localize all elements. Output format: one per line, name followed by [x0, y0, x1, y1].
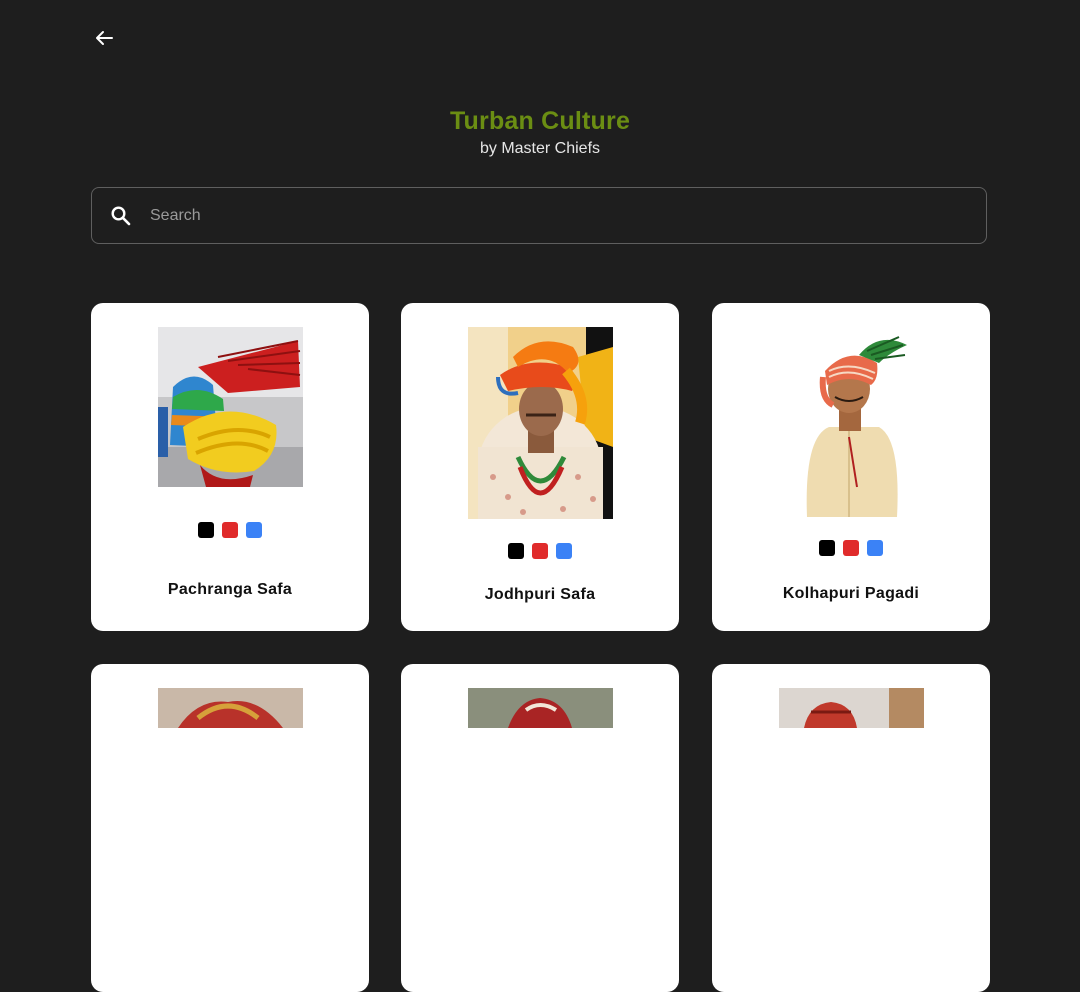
- product-image: [468, 327, 613, 519]
- color-swatches: [401, 543, 679, 559]
- swatch-red[interactable]: [843, 540, 859, 556]
- swatch-red[interactable]: [222, 522, 238, 538]
- swatch-black[interactable]: [508, 543, 524, 559]
- color-swatches: [91, 522, 369, 538]
- back-button[interactable]: [92, 26, 116, 50]
- page-title: Turban Culture: [449, 107, 631, 135]
- product-image: [158, 327, 303, 487]
- swatch-red[interactable]: [532, 543, 548, 559]
- product-image: [779, 688, 924, 728]
- product-image: [468, 688, 613, 728]
- search-bar[interactable]: [91, 187, 987, 244]
- search-icon: [110, 205, 132, 227]
- product-image: [779, 327, 924, 517]
- product-card[interactable]: [401, 664, 679, 992]
- product-card[interactable]: [91, 664, 369, 992]
- arrow-left-icon: [96, 31, 113, 45]
- product-name: Pachranga Safa: [167, 581, 293, 598]
- product-card[interactable]: Pachranga Safa: [91, 303, 369, 631]
- color-swatches: [712, 540, 990, 556]
- swatch-blue[interactable]: [867, 540, 883, 556]
- swatch-blue[interactable]: [556, 543, 572, 559]
- swatch-black[interactable]: [198, 522, 214, 538]
- page-header: Turban Culture by Master Chiefs: [0, 106, 1080, 159]
- product-card[interactable]: Jodhpuri Safa: [401, 303, 679, 631]
- product-image: [158, 688, 303, 728]
- product-name: Kolhapuri Pagadi: [782, 585, 920, 602]
- product-card[interactable]: Kolhapuri Pagadi: [712, 303, 990, 631]
- page-subtitle: by Master Chiefs: [479, 140, 601, 157]
- product-name: Jodhpuri Safa: [484, 586, 596, 603]
- swatch-blue[interactable]: [246, 522, 262, 538]
- search-input[interactable]: [148, 205, 986, 226]
- swatch-black[interactable]: [819, 540, 835, 556]
- product-card[interactable]: [712, 664, 990, 992]
